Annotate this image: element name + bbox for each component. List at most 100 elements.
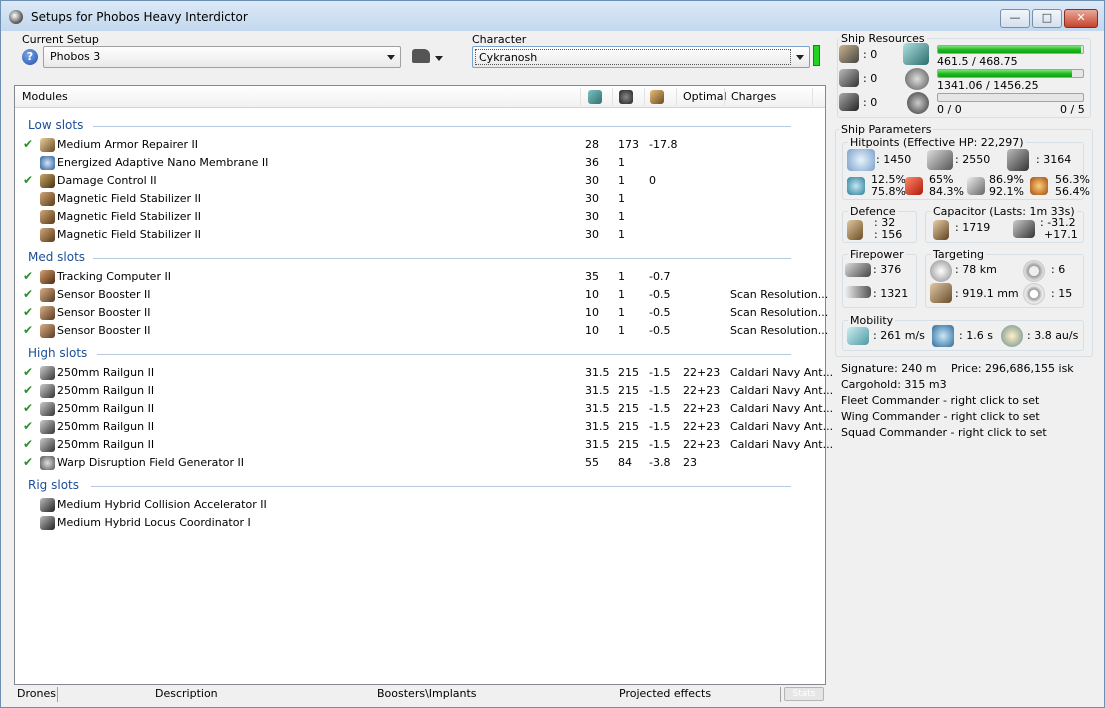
turret-hardpoints-icon	[839, 45, 859, 63]
active-check-icon[interactable]: ✔	[23, 419, 33, 433]
volley-value: : 1321	[873, 287, 909, 300]
active-check-icon[interactable]: ✔	[23, 287, 33, 301]
tab-boosters-implants[interactable]: Boosters\Implants	[377, 687, 477, 700]
optimal-column-header[interactable]: Optimal	[683, 90, 727, 103]
module-row[interactable]: ✔ Sensor Booster II 10 1 -0.5 Scan Resolution…	[15, 322, 828, 340]
module-row[interactable]: ✔ 250mm Railgun II 31.5 215 -1.5 22+23 Caldari…	[15, 400, 833, 418]
module-row[interactable]: ✔ 250mm Railgun II 31.5 215 -1.5 22+23 Caldari…	[15, 364, 833, 382]
module-cpu: 10	[585, 288, 599, 301]
tab-description[interactable]: Description	[155, 687, 218, 700]
character-label: Character	[472, 33, 527, 46]
railgun-icon	[40, 366, 55, 380]
squad-commander-slot[interactable]: Squad Commander - right click to set	[841, 426, 1047, 439]
module-row[interactable]: ✔ 250mm Railgun II 31.5 215 -1.5 22+23 Caldari…	[15, 418, 833, 436]
magstab-icon	[40, 192, 55, 206]
module-row[interactable]: ✔ Sensor Booster II 10 1 -0.5 Scan Resolution…	[15, 286, 828, 304]
module-name: Tracking Computer II	[57, 270, 171, 283]
module-name: 250mm Railgun II	[57, 402, 155, 415]
maximize-button[interactable]: □	[1032, 9, 1062, 28]
module-name: 250mm Railgun II	[57, 366, 155, 379]
close-button[interactable]: ✕	[1064, 9, 1098, 28]
cpu-column-icon[interactable]	[588, 90, 602, 104]
cpu-value: 461.5 / 468.75	[937, 55, 1018, 68]
character-select[interactable]: Cykranosh	[472, 46, 810, 68]
targeting-range-icon	[930, 260, 952, 282]
firepower-title: Firepower	[848, 248, 906, 261]
module-name: Sensor Booster II	[57, 306, 151, 319]
module-powergrid: 215	[618, 384, 639, 397]
module-row[interactable]: ✔ Tracking Computer II 35 1 -0.7	[15, 268, 825, 286]
setup-select[interactable]: Phobos 3	[43, 46, 401, 68]
module-cpu: 31.5	[585, 384, 610, 397]
modules-column-header[interactable]: Modules	[22, 90, 68, 103]
module-row[interactable]: Medium Hybrid Collision Accelerator II	[15, 496, 825, 514]
max-targets-value: : 6	[1051, 263, 1066, 276]
section-title: High slots	[28, 346, 88, 360]
explosive-resist-armor: 56.4%	[1055, 185, 1090, 198]
capacitor-column-icon[interactable]	[650, 90, 664, 104]
tracking-computer-icon	[40, 270, 55, 284]
module-powergrid: 1	[618, 288, 625, 301]
fleet-commander-slot[interactable]: Fleet Commander - right click to set	[841, 394, 1039, 407]
module-capacitor: -1.5	[649, 402, 671, 415]
setup-tools-icon[interactable]	[412, 49, 430, 63]
active-check-icon[interactable]: ✔	[23, 455, 33, 469]
module-row[interactable]: Medium Hybrid Locus Coordinator I	[15, 514, 825, 532]
app-icon	[9, 10, 23, 24]
rig-icon	[40, 516, 55, 530]
active-check-icon[interactable]: ✔	[23, 173, 33, 187]
wing-commander-slot[interactable]: Wing Commander - right click to set	[841, 410, 1040, 423]
module-row[interactable]: Magnetic Field Stabilizer II 30 1	[15, 190, 825, 208]
em-resist-icon	[847, 177, 865, 195]
charges-column-header[interactable]: Charges	[731, 90, 776, 103]
powergrid-column-icon[interactable]	[619, 90, 633, 104]
module-row[interactable]: ✔ Damage Control II 30 1 0	[15, 172, 825, 190]
tab-projected-effects[interactable]: Projected effects	[619, 687, 711, 700]
character-status-indicator	[813, 45, 820, 66]
active-check-icon[interactable]: ✔	[23, 269, 33, 283]
module-cpu: 28	[585, 138, 599, 151]
module-cpu: 31.5	[585, 366, 610, 379]
active-check-icon[interactable]: ✔	[23, 137, 33, 151]
module-row[interactable]: ✔ Warp Disruption Field Generator II 55 84 -…	[15, 454, 825, 472]
module-row[interactable]: Energized Adaptive Nano Membrane II 36 1	[15, 154, 825, 172]
warp-speed-value: : 3.8 au/s	[1027, 329, 1079, 342]
module-row[interactable]: Magnetic Field Stabilizer II 30 1	[15, 208, 825, 226]
module-row[interactable]: ✔ Medium Armor Repairer II 28 173 -17.8	[15, 136, 825, 154]
module-cpu: 31.5	[585, 402, 610, 415]
module-powergrid: 1	[618, 210, 625, 223]
stats-button[interactable]: Stats	[784, 687, 824, 701]
active-check-icon[interactable]: ✔	[23, 401, 33, 415]
thermal-resist-icon	[905, 177, 923, 195]
rig-icon	[40, 498, 55, 512]
sensor-booster-icon	[40, 288, 55, 302]
module-charges: Caldari Navy Ant...	[730, 438, 834, 451]
module-charges: Scan Resolution...	[730, 306, 829, 319]
module-powergrid: 1	[618, 324, 625, 337]
chevron-down-icon[interactable]	[435, 56, 443, 61]
active-check-icon[interactable]: ✔	[23, 365, 33, 379]
help-icon[interactable]: ?	[22, 49, 38, 65]
module-row[interactable]: ✔ 250mm Railgun II 31.5 215 -1.5 22+23 Caldari…	[15, 436, 833, 454]
active-check-icon[interactable]: ✔	[23, 383, 33, 397]
setup-select-value: Phobos 3	[50, 50, 101, 63]
powergrid-value: 1341.06 / 1456.25	[937, 79, 1039, 92]
active-check-icon[interactable]: ✔	[23, 305, 33, 319]
tab-drones[interactable]: Drones	[17, 687, 56, 700]
module-capacitor: -0.7	[649, 270, 671, 283]
module-row[interactable]: ✔ 250mm Railgun II 31.5 215 -1.5 22+23 Caldari…	[15, 382, 833, 400]
capacitor-icon	[933, 220, 949, 240]
module-cpu: 10	[585, 306, 599, 319]
ship-parameters-title: Ship Parameters	[839, 123, 934, 136]
armor-repairer-icon	[40, 138, 55, 152]
minimize-button[interactable]: —	[1000, 9, 1030, 28]
active-check-icon[interactable]: ✔	[23, 437, 33, 451]
dps-value: : 376	[873, 263, 902, 276]
module-row[interactable]: ✔ Sensor Booster II 10 1 -0.5 Scan Resolution…	[15, 304, 829, 322]
module-powergrid: 1	[618, 270, 625, 283]
module-name: Medium Armor Repairer II	[57, 138, 199, 151]
align-time-icon	[932, 325, 954, 347]
active-check-icon[interactable]: ✔	[23, 323, 33, 337]
module-row[interactable]: Magnetic Field Stabilizer II 30 1	[15, 226, 825, 244]
drone-bay-value: 0 / 0	[937, 103, 962, 116]
